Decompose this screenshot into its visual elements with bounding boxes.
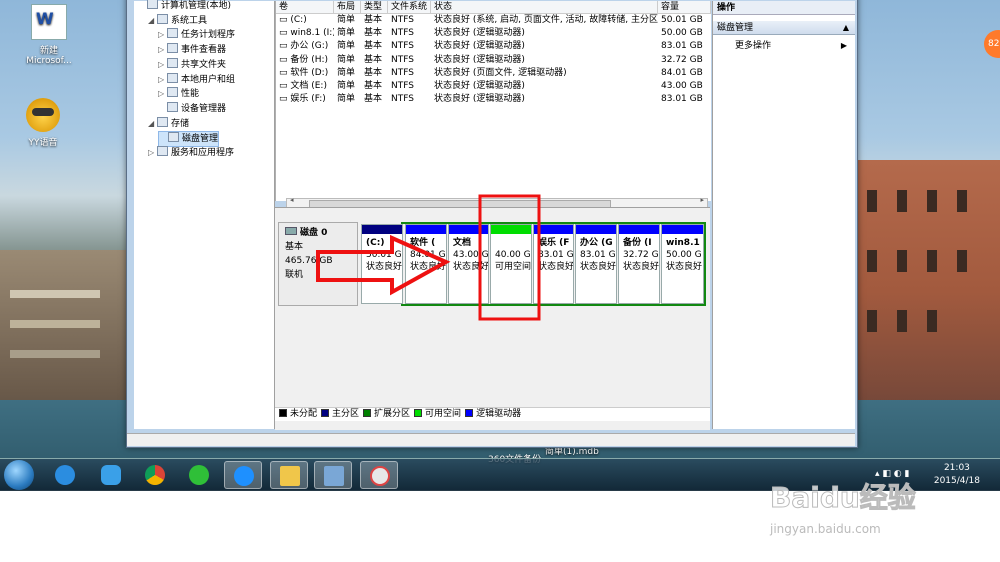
taskbar-network-button[interactable]	[92, 461, 130, 489]
internet-explorer-icon	[55, 465, 75, 485]
annotation-arrow	[316, 234, 451, 296]
blue-app-icon	[234, 466, 254, 486]
computer-management-icon	[324, 466, 344, 486]
taskbar-explorer-button[interactable]	[270, 461, 308, 489]
watermark-url: jingyan.baidu.com	[770, 522, 881, 536]
folder-icon	[280, 466, 300, 486]
taskbar-chrome-button[interactable]	[136, 461, 174, 489]
watermark: Baidu经验 jingyan.baidu.com	[770, 462, 1000, 542]
taskbar-paint-button[interactable]	[360, 461, 398, 489]
watermark-brand: Baidu经验	[770, 481, 917, 515]
start-orb-icon[interactable]	[4, 460, 34, 490]
taskbar-wechat-button[interactable]	[180, 461, 218, 489]
wechat-icon	[189, 465, 209, 485]
taskbar-ie-button[interactable]	[46, 461, 84, 489]
taskbar-computer-management-button[interactable]	[314, 461, 352, 489]
taskbar-app-button[interactable]	[224, 461, 262, 489]
annotation-highlight-box	[478, 194, 541, 321]
paint-icon	[370, 466, 390, 486]
network-icon	[101, 465, 121, 485]
chrome-icon	[145, 465, 165, 485]
